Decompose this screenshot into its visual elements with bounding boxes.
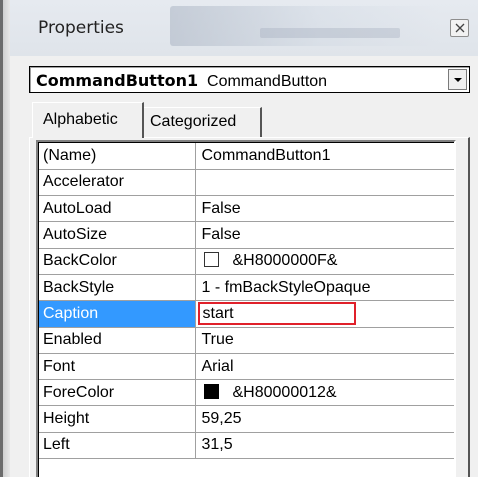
property-grid: (Name) CommandButton1 Accelerator AutoLo… — [39, 143, 454, 460]
object-type: CommandButton — [207, 73, 328, 90]
property-value[interactable]: CommandButton1 — [195, 143, 454, 170]
property-name[interactable]: AutoLoad — [39, 195, 196, 223]
property-row[interactable]: Left 31,5 — [39, 432, 454, 460]
property-value-cell[interactable]: &H80000012& — [195, 379, 454, 407]
title-bar[interactable]: Properties — [10, 0, 478, 56]
property-value-cell[interactable]: &H8000000F& — [195, 248, 454, 275]
property-value[interactable]: False — [195, 221, 454, 249]
close-icon — [455, 23, 465, 33]
property-value[interactable]: 59,25 — [195, 405, 454, 433]
property-value[interactable]: 1 - fmBackStyleOpaque — [195, 274, 454, 302]
caption-value-highlight[interactable]: start — [197, 302, 356, 326]
property-value[interactable]: True — [195, 327, 454, 354]
color-swatch-icon — [203, 383, 219, 399]
property-value[interactable]: Arial — [195, 353, 454, 381]
object-name: CommandButton1 — [36, 71, 199, 90]
grid-right-edge — [454, 142, 456, 477]
tab-categorized[interactable]: Categorized — [144, 107, 262, 137]
window-left-border — [0, 0, 10, 477]
property-name[interactable]: Caption — [39, 300, 196, 328]
tab-alphabetic-label: Alphabetic — [43, 111, 118, 128]
property-row[interactable]: Enabled True — [39, 327, 454, 354]
property-row[interactable]: (Name) CommandButton1 — [39, 143, 454, 170]
property-value[interactable]: 31,5 — [195, 432, 454, 460]
properties-window: Properties CommandButton1 CommandButton … — [0, 0, 478, 477]
property-name[interactable]: (Name) — [39, 143, 196, 170]
property-value[interactable]: False — [195, 195, 454, 223]
color-swatch-icon — [203, 252, 219, 268]
window-title: Properties — [38, 18, 124, 38]
blurred-background-detail — [260, 28, 400, 38]
property-name[interactable]: ForeColor — [39, 379, 196, 407]
property-row[interactable]: Height 59,25 — [39, 405, 454, 433]
property-row[interactable]: BackColor &H8000000F& — [39, 248, 454, 275]
property-value: &H80000012& — [232, 383, 337, 401]
property-row[interactable]: Accelerator — [39, 169, 454, 197]
property-row[interactable]: ForeColor &H80000012& — [39, 379, 454, 407]
property-name[interactable]: BackStyle — [39, 274, 196, 302]
property-value[interactable] — [195, 169, 454, 197]
property-name[interactable]: Enabled — [39, 327, 196, 354]
property-name[interactable]: BackColor — [39, 248, 196, 275]
object-selector-dropdown[interactable]: CommandButton1 CommandButton — [29, 66, 470, 93]
property-value: &H8000000F& — [232, 252, 338, 270]
property-row[interactable]: BackStyle 1 - fmBackStyleOpaque — [39, 274, 454, 302]
property-value-cell[interactable]: start — [195, 300, 454, 328]
close-button[interactable] — [450, 19, 469, 37]
property-name[interactable]: Accelerator — [39, 169, 196, 197]
tab-categorized-label: Categorized — [150, 113, 237, 130]
property-name[interactable]: AutoSize — [39, 221, 196, 249]
property-row[interactable]: Font Arial — [39, 353, 454, 381]
property-row[interactable]: AutoLoad False — [39, 195, 454, 223]
property-row-selected[interactable]: Caption start — [39, 300, 454, 328]
property-name[interactable]: Left — [39, 432, 196, 460]
blurred-background — [170, 6, 440, 46]
tab-alphabetic[interactable]: Alphabetic — [32, 102, 144, 138]
chevron-down-icon[interactable] — [448, 69, 467, 90]
property-name[interactable]: Height — [39, 405, 196, 433]
object-selector-value: CommandButton1 CommandButton — [36, 71, 327, 91]
property-row[interactable]: AutoSize False — [39, 221, 454, 249]
property-name[interactable]: Font — [39, 353, 196, 381]
